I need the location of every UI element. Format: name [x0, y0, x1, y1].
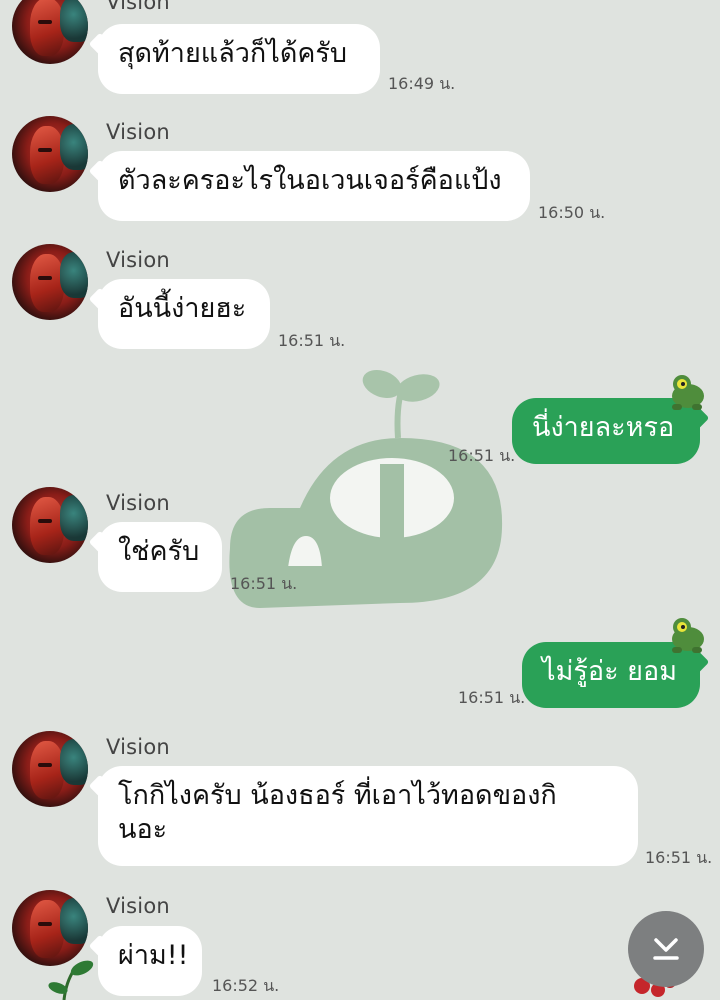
vision-avatar[interactable]: [12, 0, 88, 64]
sender-name: Vision: [106, 248, 170, 272]
message-time: 16:51 น.: [278, 331, 346, 350]
sender-name: Vision: [106, 735, 170, 759]
message-bubble[interactable]: อันนี้ง่ายฮะ: [98, 279, 270, 349]
message-time: 16:51 น.: [230, 574, 298, 593]
message-time: 16:51 น.: [458, 688, 526, 707]
plant-decoration-icon: [48, 960, 94, 1000]
message-bubble[interactable]: โกกิไงครับ น้องธอร์ ที่เอาไว้ทอดของกิ นอ…: [98, 766, 638, 866]
frog-sticker: [672, 618, 704, 653]
frog-sticker: [672, 375, 704, 410]
message-bubble[interactable]: สุดท้ายแล้วก็ได้ครับ: [98, 24, 380, 94]
sender-name: Vision: [106, 894, 170, 918]
vision-avatar[interactable]: [12, 116, 88, 192]
message-bubble[interactable]: ผ่าม!!: [98, 926, 202, 996]
vision-avatar[interactable]: [12, 244, 88, 320]
message-bubble[interactable]: ใช่ครับ: [98, 522, 222, 592]
message-bubble[interactable]: ตัวละครอะไรในอเวนเจอร์คือแป้ง: [98, 151, 530, 221]
sender-name: Vision: [106, 491, 170, 515]
scroll-to-bottom-button[interactable]: [628, 911, 704, 987]
message-time: 16:52 น.: [212, 976, 280, 995]
scroll-to-bottom-icon: [653, 938, 679, 960]
message-time: 16:49 น.: [388, 74, 456, 93]
vision-avatar[interactable]: [12, 487, 88, 563]
vision-avatar[interactable]: [12, 731, 88, 807]
message-time: 16:51 น.: [645, 848, 713, 867]
sender-name: Vision: [106, 120, 170, 144]
message-time: 16:50 น.: [538, 203, 606, 222]
message-time: 16:51 น.: [448, 446, 516, 465]
sender-name: Vision: [106, 0, 170, 14]
